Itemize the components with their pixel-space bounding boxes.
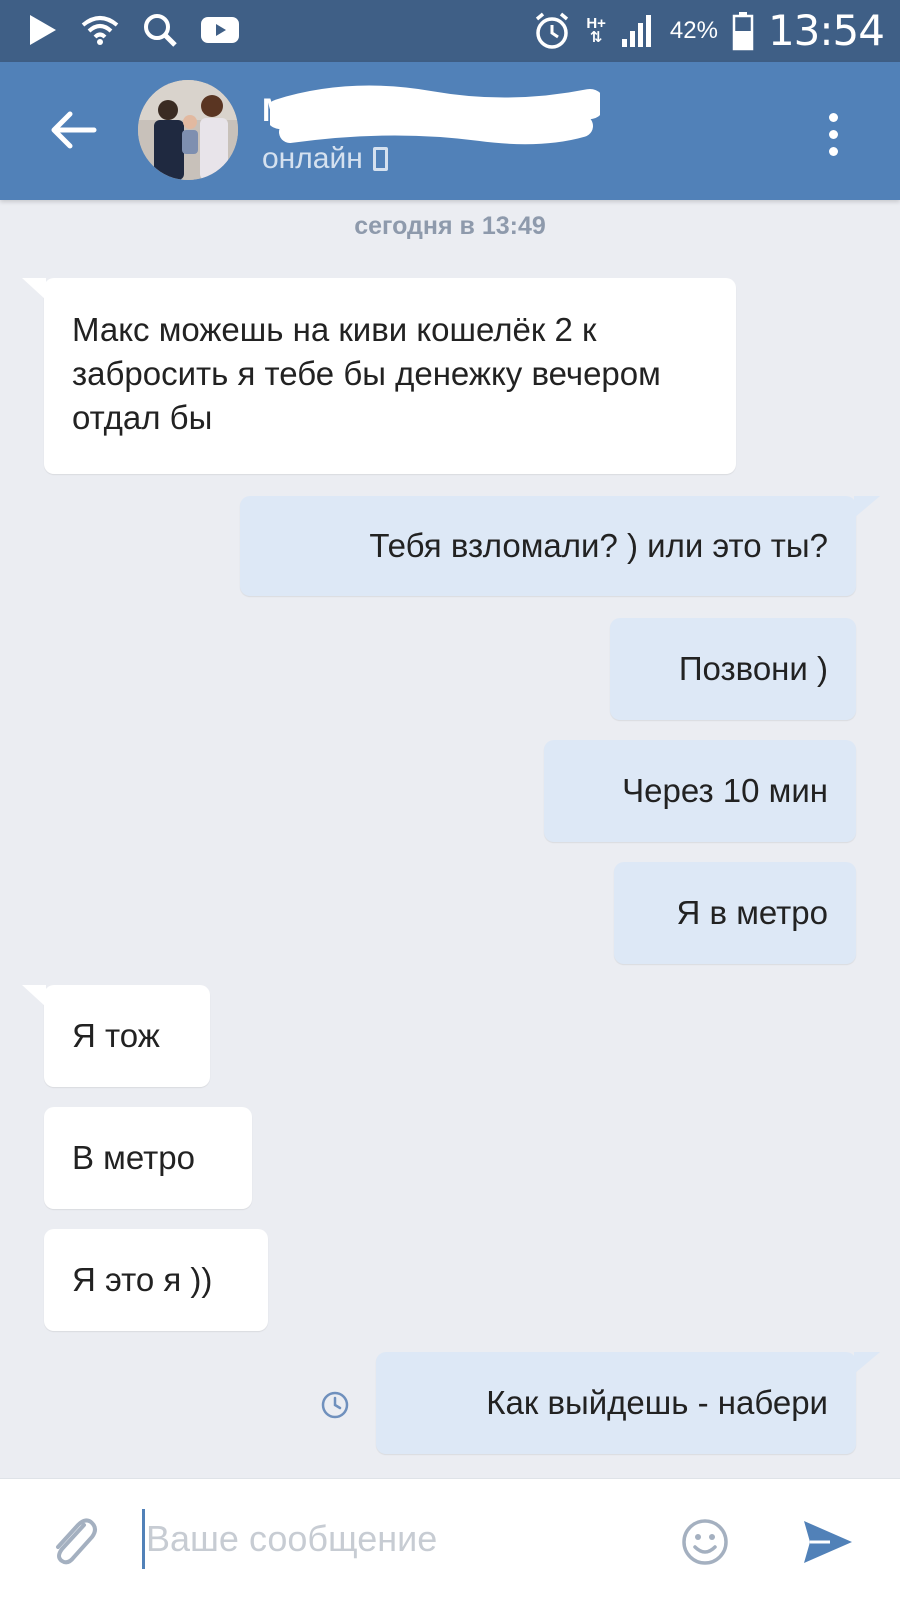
text-cursor: [142, 1509, 145, 1569]
date-separator: сегодня в 13:49: [354, 212, 546, 240]
status-text: онлайн: [262, 142, 363, 175]
message-outgoing[interactable]: Как выйдешь - набери: [376, 1352, 880, 1454]
message-text: Я в метро: [676, 894, 828, 931]
message-outgoing[interactable]: Я в метро: [614, 862, 856, 964]
message-outgoing[interactable]: Через 10 мин: [544, 740, 856, 842]
search-icon: [144, 14, 177, 47]
message-text: Как выйдешь - набери: [486, 1384, 828, 1421]
send-icon[interactable]: [800, 1517, 856, 1567]
message-input[interactable]: [146, 1507, 666, 1571]
message-text: Через 10 мин: [622, 772, 828, 809]
message-text: Я тож: [72, 1017, 160, 1054]
clock-pending-icon: [321, 1391, 349, 1419]
mobile-icon: [372, 147, 388, 171]
youtube-icon: [201, 17, 239, 43]
message-incoming[interactable]: Я тож: [22, 985, 210, 1087]
message-incoming[interactable]: Макс можешь на киви кошелёк 2 к забросит…: [22, 278, 736, 474]
status-bar: H+ ⇅ 42% 13:54: [0, 0, 900, 62]
network-type: H+ ⇅: [586, 14, 606, 46]
smiley-icon[interactable]: [680, 1517, 730, 1567]
play-icon: [30, 15, 56, 45]
more-vertical-icon[interactable]: [818, 104, 848, 164]
chat-header: М Н в онлайн: [0, 62, 900, 200]
message-composer: [0, 1478, 900, 1600]
message-text: В метро: [72, 1139, 195, 1176]
message-text: Макс можешь на киви кошелёк 2 к забросит…: [72, 311, 661, 436]
alarm-icon: [536, 12, 569, 49]
avatar[interactable]: [138, 80, 238, 180]
paperclip-icon[interactable]: [46, 1511, 100, 1571]
message-text: Позвони ): [678, 650, 828, 687]
battery-icon: [732, 11, 754, 50]
back-arrow-icon[interactable]: [44, 100, 104, 160]
contact-status: онлайн: [262, 142, 388, 176]
message-outgoing[interactable]: Тебя взломали? ) или это ты?: [240, 496, 880, 596]
message-text: Я это я )): [72, 1261, 213, 1298]
clock: 13:54: [767, 6, 885, 55]
battery-percent: 42%: [669, 16, 718, 44]
message-text: Тебя взломали? ) или это ты?: [369, 527, 828, 564]
wifi-icon: [81, 16, 119, 45]
message-incoming[interactable]: В метро: [44, 1107, 252, 1209]
message-incoming[interactable]: Я это я )): [44, 1229, 268, 1331]
message-outgoing[interactable]: Позвони ): [610, 618, 856, 720]
signal-icon: [621, 14, 651, 47]
